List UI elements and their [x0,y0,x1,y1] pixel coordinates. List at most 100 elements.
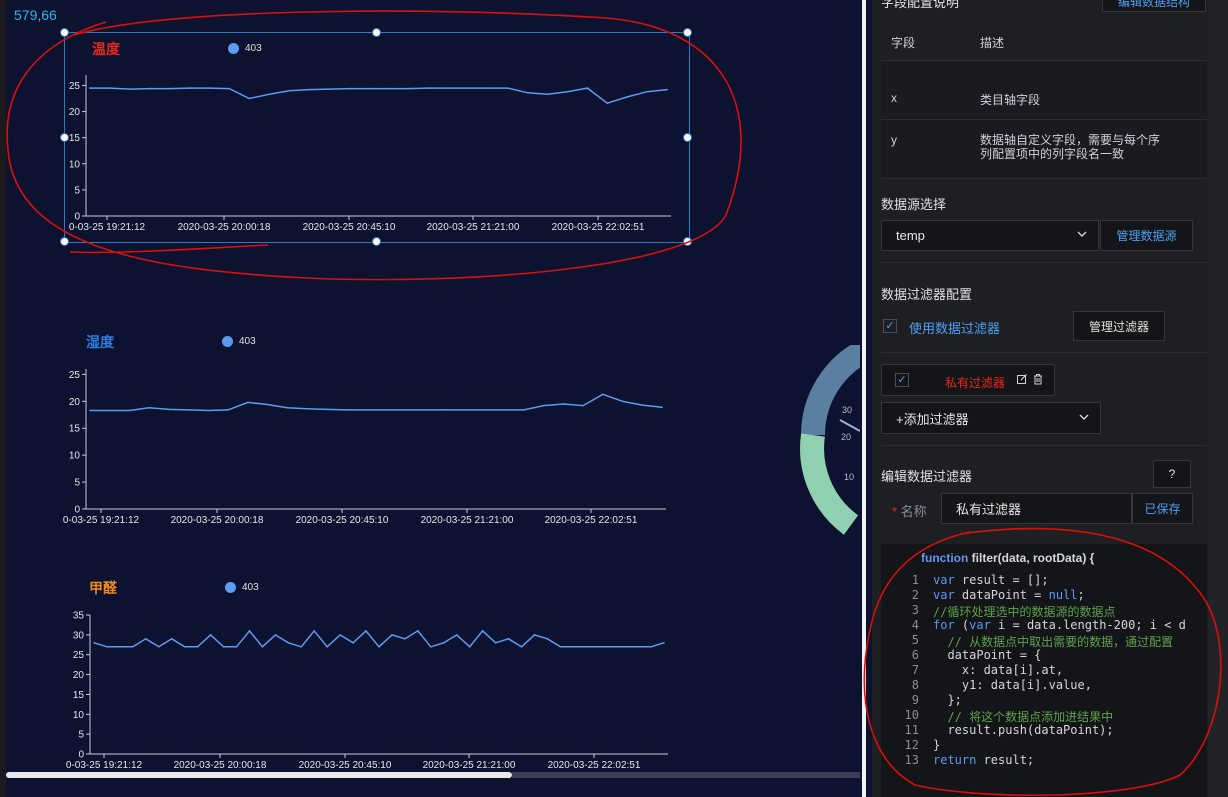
data-point [235,646,238,648]
data-point [503,409,506,411]
legend-formaldehyde[interactable]: 403 [225,582,259,593]
add-filter-select[interactable]: +添加过滤器 [881,402,1101,434]
data-point [266,403,269,406]
delete-icon[interactable] [1032,373,1044,388]
annotation-underline [69,244,269,254]
filter-item-name: 私有过滤器 [945,376,1006,390]
x-tick-label: 2020-03-25 21:21:00 [423,760,516,770]
legend-label: 403 [239,336,256,347]
data-point [621,400,624,403]
col-header-field: 字段 [891,36,916,50]
y-tick-label: 20 [73,670,85,681]
data-point [196,646,199,648]
data-point [170,638,173,640]
data-point [286,407,289,409]
data-point [430,646,432,648]
data-point [663,642,665,644]
use-filter-checkbox[interactable]: ✓ [883,319,897,333]
x-tick-label: 0-03-25 19:21:12 [66,760,143,770]
name-field-label: * 名称 [892,504,927,519]
data-point [444,409,446,411]
filter-name-value: 私有过滤器 [956,502,1022,517]
data-point [624,646,626,648]
data-point [602,393,604,396]
legend-humidity[interactable]: 403 [222,336,256,347]
data-point [533,634,536,636]
y-tick-label: 10 [69,451,81,462]
data-point [559,646,562,648]
gauge-arc-upper [801,345,860,436]
edit-icon[interactable] [1016,373,1028,388]
data-point [520,646,523,648]
data-point [598,646,600,648]
gauge-widget[interactable]: 30 20 10 [796,345,860,545]
x-tick-label: 2020-03-25 20:45:10 [296,515,389,526]
field-config-header: 字段配置说明 [881,0,960,10]
help-button[interactable]: ? [1153,460,1191,488]
y-tick-label: 0 [74,505,80,516]
horizontal-scrollbar-thumb[interactable] [6,772,512,778]
legend-label: 403 [242,582,259,593]
add-filter-label: +添加过滤器 [896,411,969,427]
x-tick-label: 2020-03-25 20:00:18 [171,515,264,526]
annotation-ellipse [6,10,742,281]
table-cell-field: y [891,133,897,147]
gauge-label: 20 [841,432,851,442]
annotation-layer [6,10,742,281]
data-point [562,403,565,405]
edit-data-structure-button[interactable]: 编辑数据结构 [1102,0,1206,12]
data-point [455,634,458,636]
use-filter-label[interactable]: 使用数据过滤器 [909,318,1000,337]
annotation-code-ellipse [863,527,1222,797]
y-tick-label: 0 [78,750,84,761]
data-point [248,630,251,632]
datasource-label: 数据源选择 [881,197,947,212]
y-tick-label: 5 [78,730,84,741]
data-point [546,638,549,640]
x-tick-label: 0-03-25 19:21:12 [63,515,140,526]
filter-item[interactable]: ✓ 私有过滤器 [881,364,1055,396]
x-tick-label: 2020-03-25 22:02:51 [545,515,638,526]
datasource-select[interactable]: temp [881,220,1099,251]
data-point [352,642,354,644]
manage-filter-button[interactable]: 管理过滤器 [1073,311,1165,341]
data-point [222,646,225,648]
x-tick-label: 2020-03-25 21:21:00 [421,515,514,526]
y-tick-label: 15 [69,424,81,435]
horizontal-scrollbar-track[interactable] [512,772,860,778]
chart-title-humidity: 湿度 [86,334,114,350]
data-point [483,409,486,411]
data-point [542,404,545,407]
datasource-value: temp [896,228,925,243]
data-point [261,646,264,648]
table-cell-desc: 类目轴字段 [980,93,1041,107]
data-point [365,630,367,632]
data-point [93,642,95,644]
gauge-label: 10 [844,472,854,482]
data-point [481,630,484,632]
y-tick-label: 10 [73,710,85,721]
data-point [345,409,348,411]
series-line [93,629,665,648]
data-point [404,638,406,640]
dashboard-canvas[interactable]: 0 5 10 15 20 25 0-03-25 19:21:12 2020-03-25 20:… [6,0,860,770]
data-point [650,646,652,648]
data-point [119,646,121,648]
data-point [585,646,588,648]
filter-item-checkbox[interactable]: ✓ [895,373,909,387]
data-point [417,630,419,632]
data-point [611,646,613,648]
data-point [287,642,290,644]
y-tick-label: 35 [73,611,85,622]
x-tick-label: 2020-03-25 20:00:18 [174,760,267,770]
table-cell-field: x [891,91,897,105]
data-point [300,646,303,648]
chart-title-formaldehyde: 甲醛 [89,580,117,596]
data-point [523,409,525,411]
filter-config-label: 数据过滤器配置 [881,287,973,302]
data-point [128,409,131,412]
divider [881,445,1207,446]
data-point [313,630,316,632]
manage-datasource-button[interactable]: 管理数据源 [1100,220,1193,251]
data-point [637,646,639,648]
